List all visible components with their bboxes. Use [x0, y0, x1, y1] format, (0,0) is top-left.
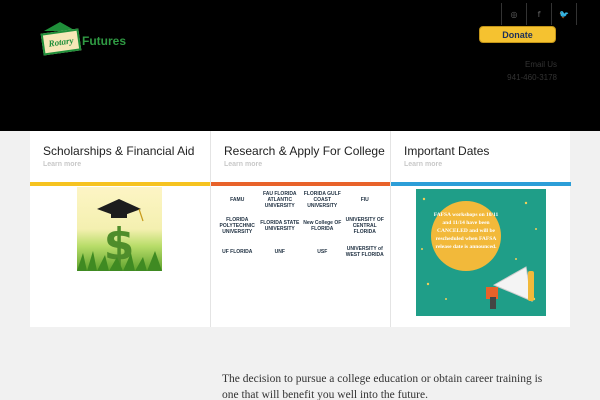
graduation-dollar-icon: $	[77, 199, 162, 271]
learn-more-link[interactable]: Learn more	[43, 161, 81, 168]
learn-more-link[interactable]: Learn more	[224, 161, 262, 168]
college-logo: UNIVERSITY of WEST FLORIDA	[345, 246, 384, 258]
college-logo: FAU FLORIDA ATLANTIC UNIVERSITY	[262, 191, 297, 209]
logo-futures-text: Futures	[82, 34, 127, 48]
college-logo: FLORIDA GULF COAST UNIVERSITY	[303, 191, 341, 209]
divider	[576, 3, 577, 25]
twitter-icon[interactable]: 🐦	[556, 3, 572, 25]
learn-more-link[interactable]: Learn more	[404, 161, 442, 168]
college-logo: USF	[317, 249, 328, 255]
feature-cards: Scholarships & Financial Aid Learn more …	[30, 131, 571, 327]
card-accent-bar	[30, 182, 210, 186]
college-logo: New College OF FLORIDA	[303, 220, 342, 232]
card-accent-bar	[391, 182, 571, 186]
facebook-icon[interactable]: f	[531, 3, 547, 25]
scholarship-image[interactable]: $	[77, 187, 162, 271]
megaphone-icon	[421, 197, 537, 309]
card-accent-bar	[211, 182, 391, 186]
instagram-icon[interactable]: ◎	[506, 3, 522, 25]
fafsa-announcement-image[interactable]: FAFSA workshops on 10/11 and 11/14 have …	[416, 189, 546, 316]
site-header: Rotary Futures ◎ f 🐦 Donate Email Us 941…	[0, 0, 600, 131]
college-logo: FLORIDA POLYTECHNIC UNIVERSITY	[219, 217, 255, 235]
email-link[interactable]: Email Us	[507, 58, 557, 71]
college-logo: FIU	[360, 197, 369, 203]
college-logo: UF FLORIDA	[222, 249, 253, 255]
card-research[interactable]: Research & Apply For College Learn more …	[210, 131, 391, 327]
card-important-dates[interactable]: Important Dates Learn more FAFSA worksho…	[390, 131, 571, 327]
social-links: ◎ f 🐦	[501, 3, 577, 25]
college-logos-grid[interactable]: FAMU FAU FLORIDA ATLANTIC UNIVERSITY FLO…	[216, 191, 386, 261]
college-logo: FLORIDA STATE UNIVERSITY	[260, 220, 300, 232]
logo-rotary-text: Rotary	[40, 28, 82, 56]
donate-button[interactable]: Donate	[479, 26, 556, 43]
card-title[interactable]: Research & Apply For College	[224, 144, 385, 158]
card-title[interactable]: Scholarships & Financial Aid	[43, 144, 194, 158]
phone-link[interactable]: 941-460-3178	[507, 71, 557, 84]
college-logo: FAMU	[230, 197, 245, 203]
card-title[interactable]: Important Dates	[404, 144, 489, 158]
intro-paragraph: The decision to pursue a college educati…	[222, 373, 543, 400]
rotary-futures-logo[interactable]: Rotary Futures	[40, 22, 132, 56]
contact-info: Email Us 941-460-3178	[507, 58, 557, 84]
card-scholarships[interactable]: Scholarships & Financial Aid Learn more …	[30, 131, 210, 327]
college-logo: UNF	[274, 249, 285, 255]
college-logo: UNIVERSITY OF CENTRAL FLORIDA	[345, 217, 384, 235]
